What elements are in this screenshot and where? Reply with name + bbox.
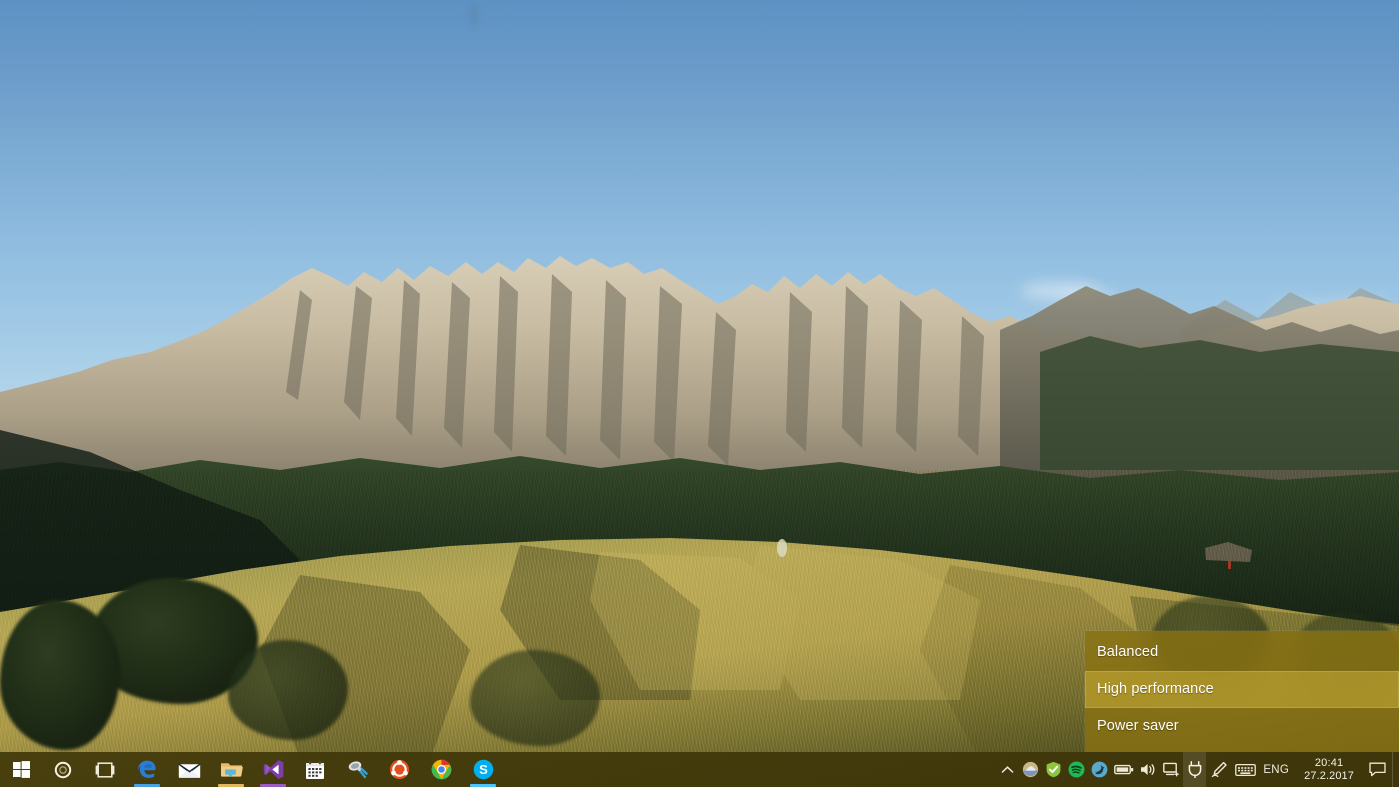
bird-icon bbox=[1091, 761, 1108, 778]
menu-item-power-saver[interactable]: Power saver bbox=[1085, 708, 1399, 745]
file-explorer-icon bbox=[220, 760, 243, 779]
bush bbox=[470, 650, 600, 746]
tray-icon-touch-keyboard[interactable] bbox=[1232, 752, 1258, 787]
menu-item-high-performance[interactable]: High performance bbox=[1085, 671, 1399, 708]
edge-icon bbox=[136, 759, 158, 781]
network-monitor-icon bbox=[1163, 762, 1180, 777]
system-tray: ENG 20:41 27.2.2017 bbox=[996, 752, 1399, 787]
taskbar-app-ubuntu[interactable] bbox=[378, 752, 420, 787]
tray-icon-network[interactable] bbox=[1160, 752, 1183, 787]
bush bbox=[0, 600, 120, 750]
taskbar-app-edge[interactable] bbox=[126, 752, 168, 787]
taskbar: S bbox=[0, 752, 1399, 787]
taskbar-app-mail[interactable] bbox=[168, 752, 210, 787]
task-view-icon bbox=[95, 762, 115, 778]
calendar-icon bbox=[305, 760, 325, 780]
keyboard-icon bbox=[1235, 763, 1256, 777]
windows-logo-icon bbox=[13, 761, 30, 778]
speaker-icon bbox=[1140, 762, 1157, 777]
svg-text:S: S bbox=[479, 762, 488, 777]
taskbar-empty-area[interactable] bbox=[504, 752, 996, 787]
menu-item-balanced[interactable]: Balanced bbox=[1085, 634, 1399, 671]
clock-date: 27.2.2017 bbox=[1304, 770, 1354, 783]
cortana-button[interactable] bbox=[42, 752, 84, 787]
tray-icon-pen[interactable] bbox=[1206, 752, 1232, 787]
tray-icon-bird[interactable] bbox=[1088, 752, 1111, 787]
desktop-screen: Balanced High performance Power saver bbox=[0, 0, 1399, 787]
taskbar-app-file-explorer[interactable] bbox=[210, 752, 252, 787]
show-desktop-button[interactable] bbox=[1392, 752, 1399, 787]
cortana-circle-icon bbox=[54, 761, 72, 779]
skype-icon: S bbox=[473, 759, 494, 780]
taskbar-app-snipping-tool[interactable] bbox=[336, 752, 378, 787]
shield-check-icon bbox=[1045, 761, 1062, 778]
visual-studio-icon bbox=[263, 759, 284, 780]
power-plan-menu[interactable]: Balanced High performance Power saver bbox=[1085, 631, 1399, 752]
chrome-icon bbox=[431, 759, 452, 780]
tray-overflow-button[interactable] bbox=[996, 752, 1019, 787]
bush bbox=[228, 640, 348, 740]
snipping-tool-icon bbox=[346, 759, 368, 781]
tray-icon-volume[interactable] bbox=[1137, 752, 1160, 787]
spotify-icon bbox=[1068, 761, 1085, 778]
taskbar-app-skype[interactable]: S bbox=[462, 752, 504, 787]
action-center-icon bbox=[1369, 762, 1386, 777]
tray-icon-battery[interactable] bbox=[1111, 752, 1137, 787]
pen-icon bbox=[1211, 761, 1228, 778]
mail-icon bbox=[178, 761, 201, 779]
taskbar-app-calendar[interactable] bbox=[294, 752, 336, 787]
clock-time: 20:41 bbox=[1315, 757, 1344, 770]
tray-icon-spotify[interactable] bbox=[1065, 752, 1088, 787]
taskbar-left-group: S bbox=[0, 752, 504, 787]
start-button[interactable] bbox=[0, 752, 42, 787]
battery-icon bbox=[1114, 763, 1134, 776]
power-plug-icon bbox=[1187, 761, 1203, 778]
taskbar-app-chrome[interactable] bbox=[420, 752, 462, 787]
taskbar-app-visual-studio[interactable] bbox=[252, 752, 294, 787]
tray-language-indicator[interactable]: ENG bbox=[1258, 752, 1296, 787]
tray-icon-onedrive[interactable] bbox=[1019, 752, 1042, 787]
action-center-button[interactable] bbox=[1362, 752, 1392, 787]
ubuntu-icon bbox=[389, 759, 410, 780]
onedrive-cloud-icon bbox=[1022, 761, 1039, 778]
chevron-up-icon bbox=[1001, 765, 1014, 775]
taskbar-clock[interactable]: 20:41 27.2.2017 bbox=[1296, 752, 1362, 787]
tray-icon-power-options[interactable] bbox=[1183, 752, 1206, 787]
tray-icon-shield[interactable] bbox=[1042, 752, 1065, 787]
task-view-button[interactable] bbox=[84, 752, 126, 787]
